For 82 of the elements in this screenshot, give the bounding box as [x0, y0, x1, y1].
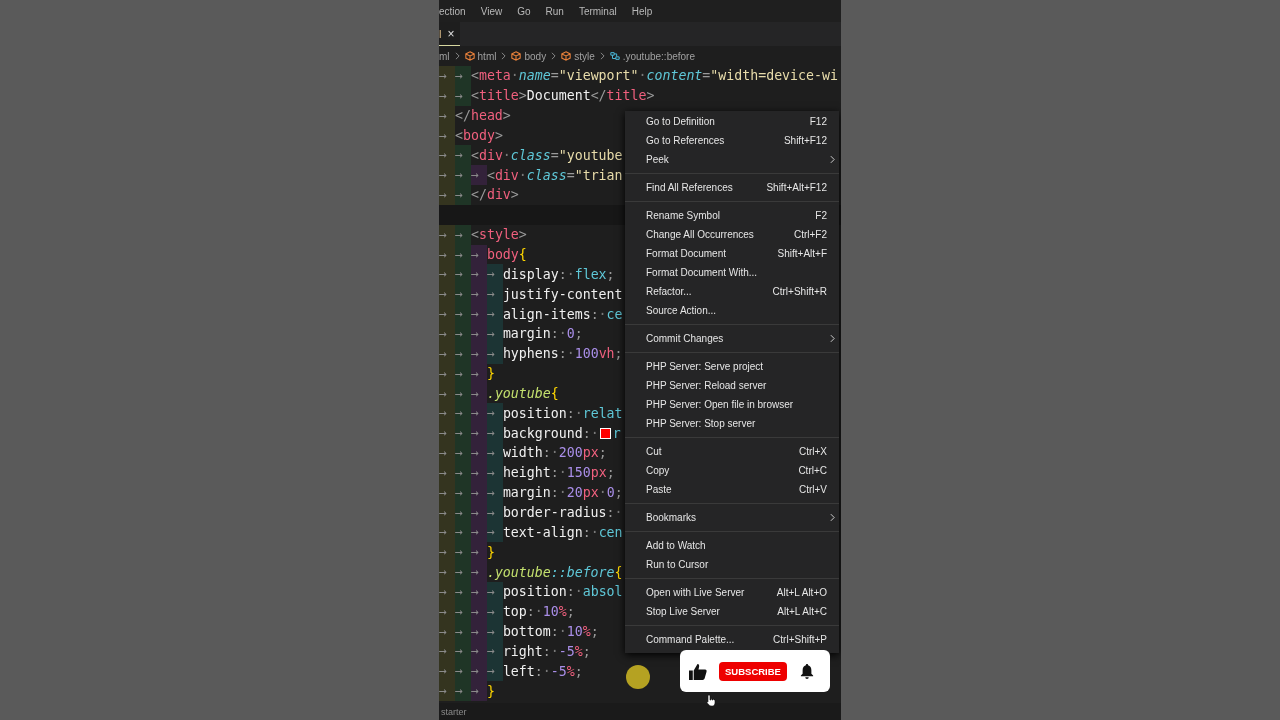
code-line: → → → → text-align:·cen — [439, 522, 623, 543]
cube-icon — [561, 51, 572, 61]
menu-item[interactable]: Format Document Shift+Alt+F — [625, 244, 839, 263]
code-line: → → → <div·class="trian — [439, 165, 623, 186]
menu-item[interactable]: PHP Server: Stop server — [625, 414, 839, 433]
chevron-icon — [501, 52, 507, 60]
menu-item[interactable]: Commit Changes — [625, 329, 839, 348]
editor-tab[interactable]: l × — [439, 22, 461, 46]
code-line: → → <div·class="youtube — [439, 145, 623, 166]
code-line: → → → } — [439, 363, 495, 384]
code-line: → → → → justify-content — [439, 284, 623, 305]
menu-item[interactable]: Source Action... — [625, 301, 839, 320]
menu-item[interactable]: View — [480, 5, 503, 17]
close-icon[interactable]: × — [447, 26, 455, 41]
code-line: → → → → margin:·0; — [439, 323, 583, 344]
breadcrumb-item[interactable]: html — [477, 50, 497, 62]
menu-item[interactable]: Go — [517, 5, 531, 17]
color-swatch-icon[interactable] — [599, 427, 611, 439]
code-line: → <body> — [439, 125, 503, 146]
code-line: → → → → position:·absol — [439, 581, 623, 602]
code-text: → → → → background:· — [439, 423, 599, 444]
chevron-icon — [599, 52, 605, 60]
code-line: → → → → right:·-5%; — [439, 641, 591, 662]
code-line: → → → } — [439, 542, 495, 563]
code-line: → → → → position:·relat — [439, 403, 623, 424]
breadcrumb-item[interactable]: style — [574, 50, 595, 62]
status-text: starter — [441, 706, 467, 717]
menu-item[interactable]: Bookmarks — [625, 508, 839, 527]
menu-item[interactable]: Peek — [625, 150, 839, 169]
code-line: → → → .youtube{ — [439, 383, 559, 404]
breadcrumb-item[interactable]: ml — [439, 50, 450, 62]
cube-icon — [511, 51, 522, 61]
code-line: → → <style> — [439, 224, 527, 245]
code-line: → → → → left:·-5%; — [439, 661, 583, 682]
menu-item[interactable]: Terminal — [578, 5, 617, 17]
menu-item[interactable]: Run — [545, 5, 564, 17]
subscribe-button[interactable]: SUBSCRIBE — [719, 661, 787, 681]
code-line: → → → .youtube::before{ — [439, 562, 623, 582]
thumbs-up-icon[interactable] — [688, 662, 707, 680]
menu-item[interactable]: Copy Ctrl+C — [625, 461, 839, 480]
code-line: → → → body{ — [439, 244, 527, 265]
menu-item[interactable]: Open with Live Server Alt+L Alt+O — [625, 583, 839, 602]
code-line: → </head> — [439, 105, 511, 126]
bell-icon[interactable] — [800, 663, 814, 679]
menu-item[interactable]: Format Document With... — [625, 263, 839, 282]
code-text: r — [612, 424, 621, 443]
chevron-icon — [454, 52, 460, 60]
menu-item[interactable]: PHP Server: Reload server — [625, 376, 839, 395]
symbol-icon — [609, 51, 620, 61]
menu-item[interactable]: Stop Live Server Alt+L Alt+C — [625, 602, 839, 621]
code-line: → → → → hyphens:·100vh; — [439, 343, 623, 364]
cursor-highlight — [626, 665, 650, 689]
menu-item[interactable]: Add to Watch — [625, 536, 839, 555]
menu-item[interactable]: Command Palette... Ctrl+Shift+P — [625, 630, 839, 649]
menu-item[interactable]: Change All Occurrences Ctrl+F2 — [625, 225, 839, 244]
menu-item[interactable]: Go to References Shift+F12 — [625, 131, 839, 150]
code-line: → → → } — [439, 681, 495, 701]
menu-item[interactable]: Find All References Shift+Alt+F12 — [625, 178, 839, 197]
code-line: → → → → margin:·20px·0; — [439, 482, 623, 503]
code-line: → → → → align-items:·ce — [439, 304, 623, 324]
breadcrumb-item[interactable]: body — [524, 50, 547, 62]
menu-item[interactable]: Refactor... Ctrl+Shift+R — [625, 282, 839, 301]
menu-item[interactable]: PHP Server: Serve project — [625, 357, 839, 376]
breadcrumb-item[interactable]: .youtube::before — [622, 50, 695, 62]
code-line: → → → → border-radius:· — [439, 502, 623, 523]
code-line: → → <title>Document</title> — [439, 85, 655, 106]
code-line: → → → → top:·10%; — [439, 601, 575, 622]
menu-item[interactable]: Paste Ctrl+V — [625, 480, 839, 499]
code-line: → → <meta·name="viewport"·content="width=device-wi — [439, 66, 838, 86]
cube-icon — [464, 51, 475, 61]
menu-item[interactable]: PHP Server: Open file in browser — [625, 395, 839, 414]
menu-item[interactable]: Go to Definition F12 — [625, 112, 839, 131]
code-line: → → → → height:·150px; — [439, 462, 615, 483]
menu-item[interactable]: Cut Ctrl+X — [625, 442, 839, 461]
menu-item[interactable]: ection — [439, 5, 466, 17]
code-line: → → </div> — [439, 185, 519, 205]
code-line: → → → → width:·200px; — [439, 443, 607, 463]
chevron-icon — [551, 52, 557, 60]
menu-item[interactable]: Help — [631, 5, 653, 17]
code-line: → → → → bottom:·10%; — [439, 621, 599, 642]
menu-item[interactable]: Run to Cursor — [625, 555, 839, 574]
code-line: → → → → display:·flex; — [439, 264, 615, 285]
